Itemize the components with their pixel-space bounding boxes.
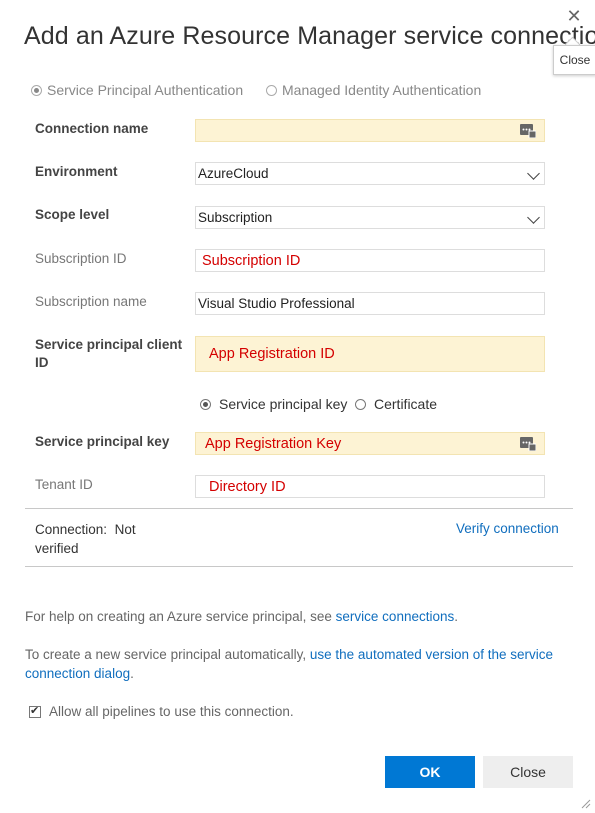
scope-level-select[interactable]: Subscription — [195, 206, 545, 229]
radio-icon[interactable] — [355, 398, 366, 410]
client-id-label: Service principal client ID — [35, 337, 183, 370]
auth-option-label: Service Principal Authentication — [47, 82, 244, 98]
scope-level-value: Subscription — [198, 210, 273, 225]
auth-option-service-principal[interactable]: Service Principal Authentication — [31, 82, 243, 98]
password-field-icon[interactable] — [520, 124, 536, 138]
help-text-2-prefix: To create a new service principal automa… — [25, 647, 310, 662]
verify-connection-link[interactable]: Verify connection — [456, 521, 559, 536]
tenant-id-input[interactable]: Directory ID — [195, 475, 545, 498]
close-button[interactable]: Close — [483, 756, 573, 788]
tenant-id-label: Tenant ID — [35, 477, 93, 492]
subscription-name-value: Visual Studio Professional — [198, 296, 355, 311]
allow-pipelines-checkbox-row[interactable]: Allow all pipelines to use this connecti… — [29, 704, 294, 719]
subscription-name-label: Subscription name — [35, 294, 147, 309]
close-icon[interactable]: ✕ — [560, 2, 588, 30]
divider — [25, 508, 573, 509]
close-tooltip: Close — [553, 45, 595, 75]
credential-option-certificate[interactable]: Certificate — [355, 396, 437, 412]
subscription-id-label: Subscription ID — [35, 251, 127, 266]
environment-label: Environment — [35, 164, 118, 179]
help-text-1-end: . — [454, 609, 458, 624]
client-id-input[interactable]: App Registration ID — [195, 336, 545, 372]
divider — [25, 566, 573, 567]
connection-name-label: Connection name — [35, 121, 149, 136]
environment-value: AzureCloud — [198, 166, 269, 181]
checkbox-icon[interactable] — [29, 704, 41, 718]
help-text-2-end: . — [130, 666, 134, 681]
scope-level-label: Scope level — [35, 207, 110, 222]
principal-key-value: App Registration Key — [205, 436, 342, 452]
credential-option-label: Service principal key — [219, 396, 348, 412]
connection-status: Connection: Not verified — [35, 520, 165, 558]
subscription-name-input[interactable]: Visual Studio Professional — [195, 292, 545, 315]
chevron-down-icon — [527, 211, 540, 224]
radio-icon[interactable] — [200, 398, 211, 410]
radio-icon[interactable] — [266, 84, 277, 96]
connection-name-input[interactable] — [195, 119, 545, 142]
connection-status-label: Connection: — [35, 522, 108, 537]
help-text-1: For help on creating an Azure service pr… — [25, 607, 575, 626]
resize-grip-icon[interactable] — [581, 799, 591, 809]
dialog-title: Add an Azure Resource Manager service co… — [24, 22, 595, 50]
principal-key-label: Service principal key — [35, 434, 170, 449]
help-text-2: To create a new service principal automa… — [25, 645, 575, 683]
password-field-icon[interactable] — [520, 437, 536, 451]
chevron-down-icon — [527, 167, 540, 180]
client-id-value: App Registration ID — [209, 346, 335, 362]
ok-button[interactable]: OK — [385, 756, 475, 788]
radio-icon[interactable] — [31, 84, 42, 96]
service-connections-link[interactable]: service connections — [336, 609, 455, 624]
subscription-id-input[interactable]: Subscription ID — [195, 249, 545, 272]
credential-option-key[interactable]: Service principal key — [200, 396, 347, 412]
allow-pipelines-label: Allow all pipelines to use this connecti… — [49, 704, 294, 719]
credential-option-label: Certificate — [374, 396, 438, 412]
tenant-id-value: Directory ID — [209, 479, 286, 495]
subscription-id-value: Subscription ID — [202, 253, 301, 269]
auth-option-managed-identity[interactable]: Managed Identity Authentication — [266, 82, 481, 98]
auth-option-label: Managed Identity Authentication — [282, 82, 482, 98]
help-text-1-prefix: For help on creating an Azure service pr… — [25, 609, 336, 624]
environment-select[interactable]: AzureCloud — [195, 162, 545, 185]
principal-key-input[interactable]: App Registration Key — [195, 432, 545, 455]
